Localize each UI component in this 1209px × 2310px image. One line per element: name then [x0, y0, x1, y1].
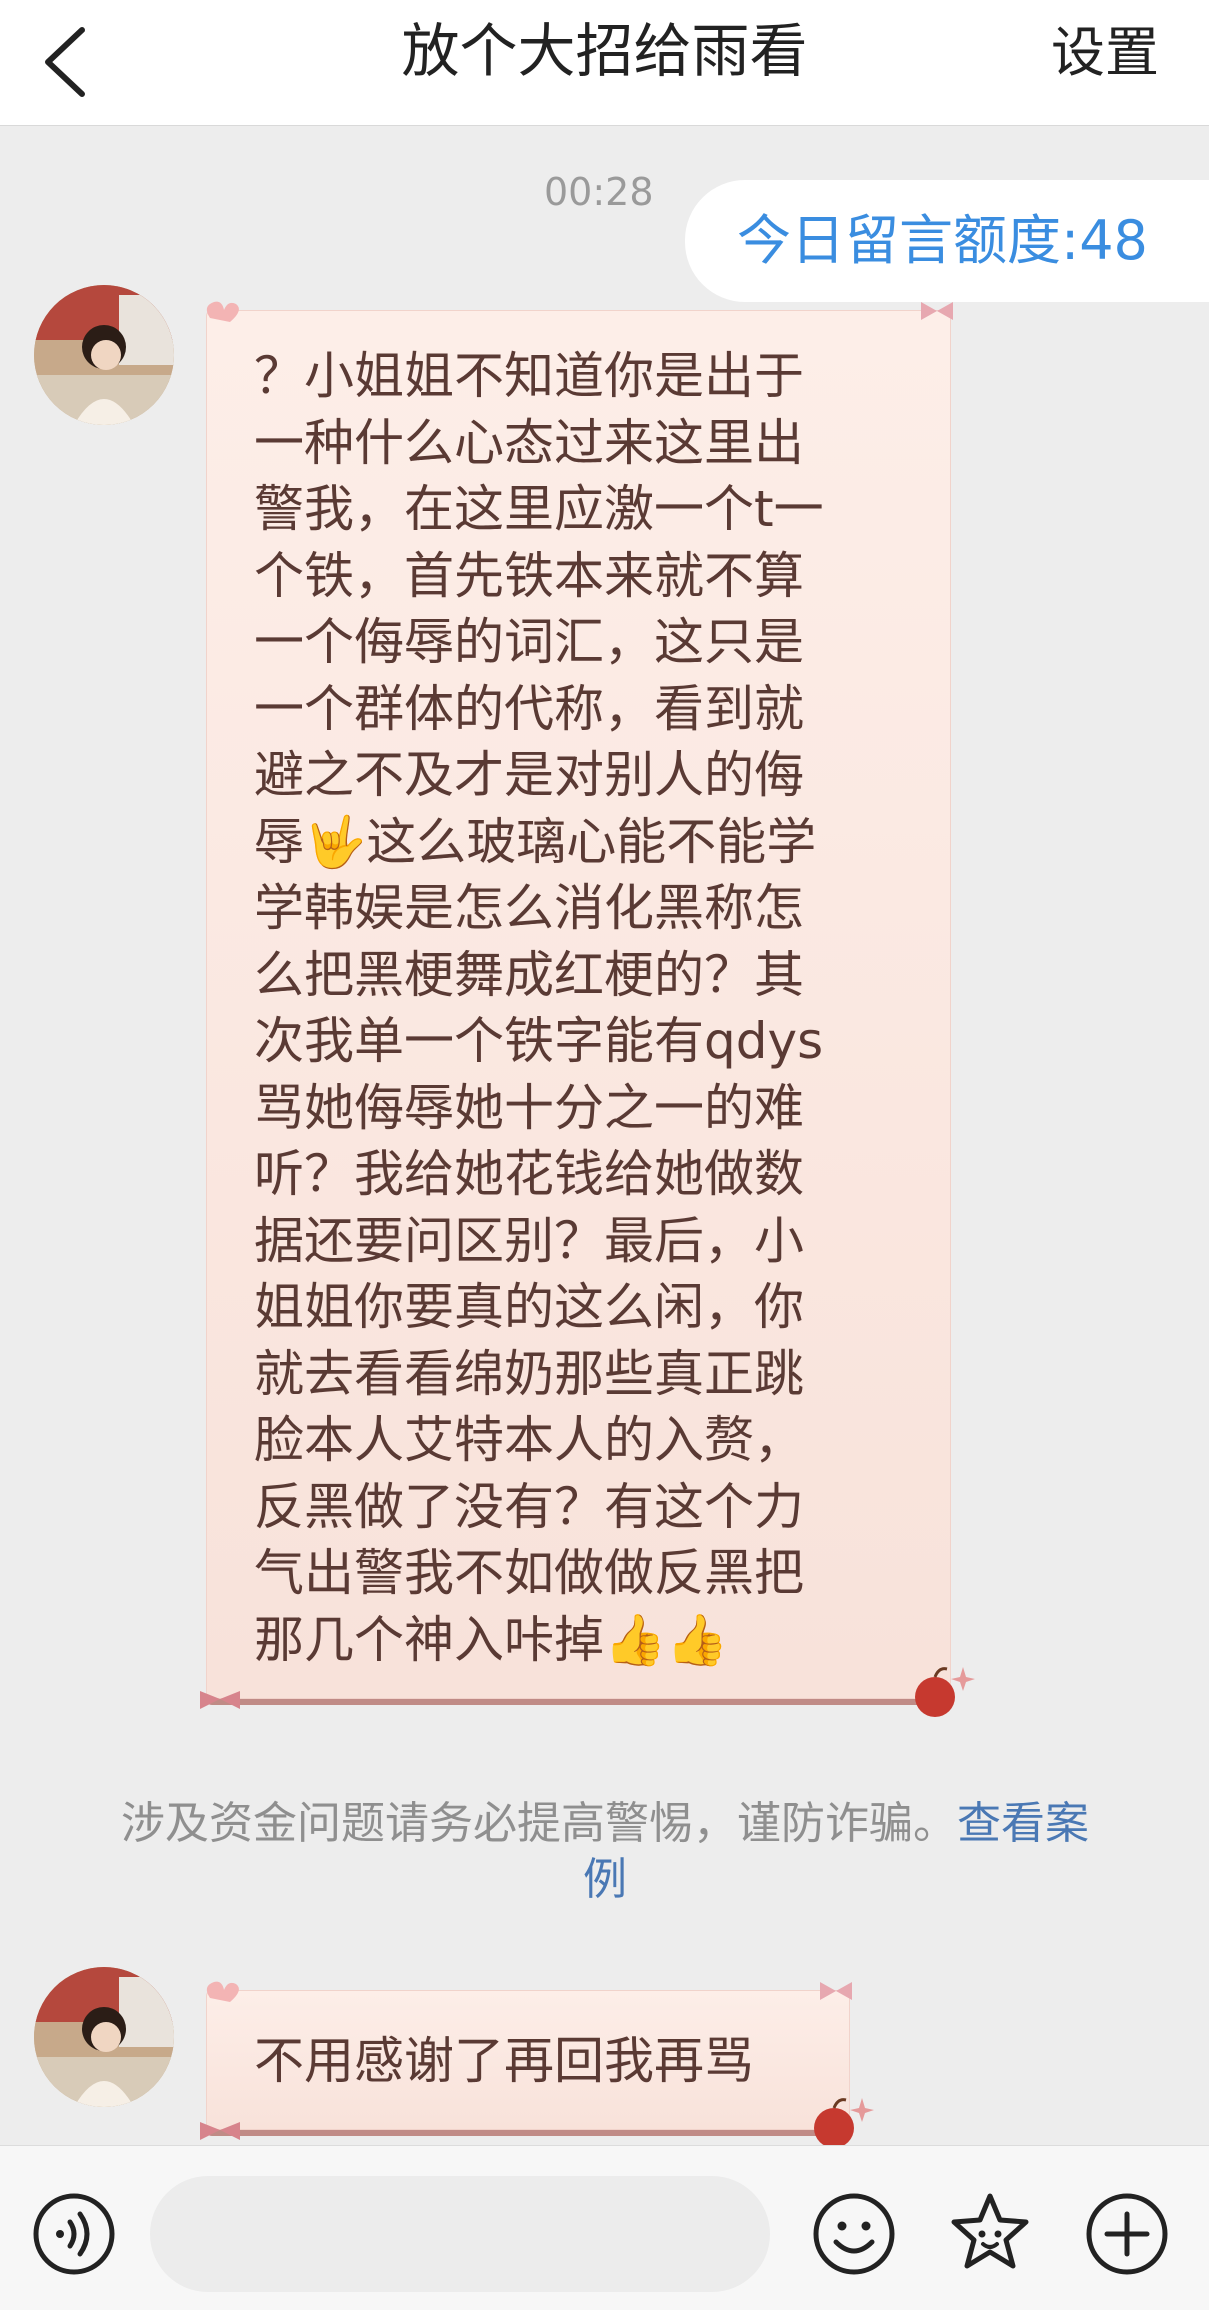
- message-line: 听？我给她花钱给她做数: [254, 1145, 804, 1203]
- scam-warning-text: 涉及资金问题请务必提高警惕，谨防诈骗。: [121, 1798, 957, 1849]
- message-timestamp: 00:28: [544, 170, 654, 214]
- message-bubble[interactable]: ？小姐姐不知道你是出于 一种什么心态过来这里出 警我，在这里应激一个t一 个铁，…: [200, 301, 975, 1717]
- message-line: 脸本人艾特本人的入赘，: [254, 1411, 804, 1469]
- bow-decoration-icon: [921, 302, 953, 320]
- plus-icon[interactable]: [1083, 2190, 1171, 2278]
- message-line: 么把黑梗舞成红梗的？其: [254, 945, 804, 1004]
- message-input[interactable]: [150, 2176, 770, 2292]
- heart-decoration-icon: [206, 1981, 239, 2002]
- avatar-image: [34, 285, 174, 425]
- message-line: 一种什么心态过来这里出: [254, 413, 804, 472]
- bow-decoration-icon: [820, 1982, 852, 2000]
- sticker-icon[interactable]: [946, 2190, 1034, 2278]
- header: 放个大招给雨看 设置: [0, 0, 1209, 126]
- message-line: 避之不及才是对别人的侮: [254, 746, 804, 804]
- message-line: 就去看看绵奶那些真正跳: [254, 1344, 804, 1403]
- message-line: 个铁，首先铁本来就不算: [254, 546, 804, 605]
- message-line: 辱🤟这么玻璃心能不能学: [254, 812, 817, 871]
- input-bar: [0, 2145, 1209, 2310]
- settings-button[interactable]: 设置: [1051, 16, 1159, 90]
- message-line: 一个侮辱的词汇，这只是: [254, 613, 804, 671]
- page-title: 放个大招给雨看: [401, 17, 808, 85]
- message-line: 那几个神入咔掉👍👍: [254, 1610, 729, 1669]
- apple-decoration-icon: [915, 1667, 975, 1717]
- heart-decoration-icon: [206, 301, 239, 322]
- message-line: 姐姐你要真的这么闲，你: [254, 1278, 804, 1336]
- message-line: 气出警我不如做做反黑把: [254, 1544, 804, 1602]
- message-bubble[interactable]: 不用感谢了再回我再骂: [200, 1981, 874, 2148]
- message-line: 据还要问区别？最后，小: [254, 1211, 804, 1270]
- quota-badge: 今日留言额度:48: [685, 180, 1209, 302]
- message-line: ？小姐姐不知道你是出于: [254, 347, 804, 405]
- message-line: 次我单一个铁字能有qdys: [254, 1012, 824, 1070]
- voice-icon[interactable]: [30, 2190, 118, 2278]
- avatar[interactable]: [34, 1967, 174, 2107]
- scam-warning: 涉及资金问题请务必提高警惕，谨防诈骗。查看案例: [110, 1796, 1100, 1908]
- avatar-image: [34, 1967, 174, 2107]
- message-line: 反黑做了没有？有这个力: [254, 1477, 804, 1536]
- message-text: 不用感谢了再回我再骂: [254, 2032, 754, 2090]
- emoji-icon[interactable]: [810, 2190, 898, 2278]
- message-line: 警我，在这里应激一个t一: [254, 480, 824, 538]
- ribbon-decoration-icon: [200, 1691, 240, 1709]
- avatar[interactable]: [34, 285, 174, 425]
- message-text: ？小姐姐不知道你是出于 一种什么心态过来这里出 警我，在这里应激一个t一 个铁，…: [254, 343, 915, 1673]
- message-line: 学韩娱是怎么消化黑称怎: [254, 879, 804, 937]
- apple-decoration-icon: [814, 2098, 874, 2148]
- message-line: 骂她侮辱她十分之一的难: [254, 1078, 804, 1137]
- ribbon-decoration-icon: [200, 2122, 240, 2140]
- message-line: 一个群体的代称，看到就: [254, 679, 804, 738]
